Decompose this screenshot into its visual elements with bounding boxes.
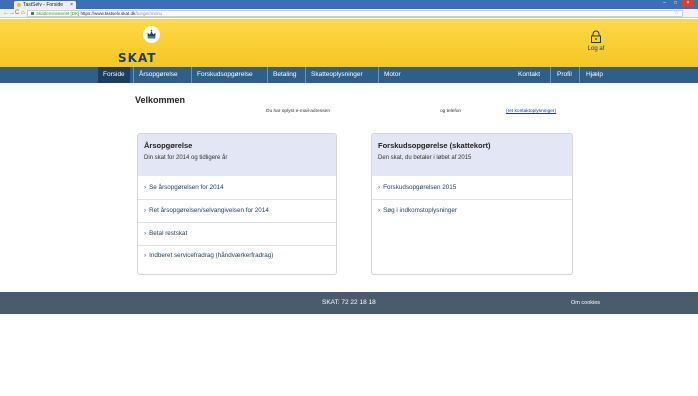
card-header: Forskudsopgørelse (skattekort) Den skat,…	[372, 134, 572, 176]
card-link-label: Indberet servicefradrag (håndværkerfradr…	[149, 252, 274, 259]
card-subtitle: Den skat, du betaler i løbet af 2015	[378, 155, 472, 161]
card-link[interactable]: › Ret årsopgørelsen/selvangivelsen for 20…	[144, 207, 269, 214]
nav-item-aarsopgoerelse[interactable]: Årsopgørelse	[134, 67, 183, 83]
lock-icon	[31, 12, 34, 15]
footer-phone: SKAT: 72 22 18 18	[322, 299, 376, 306]
browser-tab[interactable]: TastSelv - Forside ×	[14, 1, 76, 9]
chevron-right-icon: ›	[144, 230, 147, 237]
email-note: Du har oplyst e-mail-adressen	[266, 109, 330, 114]
card-header: Årsopgørelse Din skat for 2014 og tidlig…	[138, 134, 336, 176]
nav-item-betaling[interactable]: Betaling	[268, 67, 302, 83]
divider	[372, 199, 572, 200]
padlock-icon[interactable]	[590, 30, 602, 43]
card-link[interactable]: › Se årsopgørelsen for 2014	[144, 184, 224, 191]
phone-note: og telefon	[440, 109, 462, 114]
nav-item-profil[interactable]: Profil	[552, 67, 577, 83]
divider	[138, 245, 336, 246]
home-button[interactable]: ⌂	[21, 10, 25, 17]
window-controls: – □ ×	[660, 0, 694, 9]
bookmark-star-icon[interactable]: ☆	[674, 11, 679, 16]
edit-contact-link[interactable]: (ret kontaktoplysninger)	[506, 109, 556, 114]
nav-separator	[550, 67, 551, 83]
address-bar[interactable]: Skatteministeriet [DK] https://www.tasts…	[27, 10, 683, 17]
nav-item-motor[interactable]: Motor	[379, 67, 406, 83]
url-host: https://www.tastselv.skat.dk	[80, 11, 136, 16]
chevron-right-icon: ›	[378, 207, 381, 214]
window-close-button[interactable]: ×	[682, 0, 694, 7]
divider	[138, 199, 336, 200]
chevron-right-icon: ›	[378, 184, 381, 191]
crown-icon	[143, 26, 160, 43]
security-label: Skatteministeriet [DK]	[36, 11, 80, 16]
card-aarsopgoerelse: Årsopgørelse Din skat for 2014 og tidlig…	[137, 133, 337, 275]
card-title[interactable]: Årsopgørelse	[144, 141, 330, 150]
page-title: Velkommen	[135, 95, 186, 105]
minimize-button[interactable]: –	[660, 0, 669, 7]
card-link-label: Forskudsopgørelsen 2015	[383, 184, 457, 191]
maximize-button[interactable]: □	[671, 0, 680, 7]
card-subtitle: Din skat for 2014 og tidligere år	[144, 155, 228, 161]
chevron-right-icon: ›	[144, 252, 147, 259]
card-link[interactable]: › Indberet servicefradrag (håndværkerfrad…	[144, 252, 273, 259]
card-link[interactable]: › Betal restskat	[144, 230, 187, 237]
url-path: /borger/menu	[135, 11, 162, 16]
favicon-icon	[17, 3, 21, 7]
card-link[interactable]: › Søg i indkomstoplysninger	[378, 207, 457, 214]
site-header: SKAT Log af	[0, 19, 698, 67]
nav-item-hjaelp[interactable]: Hjælp	[581, 67, 608, 83]
nav-item-skatteoplysninger[interactable]: Skatteoplysninger	[306, 67, 368, 83]
chevron-right-icon: ›	[144, 207, 147, 214]
nav-item-forside[interactable]: Forside	[98, 67, 130, 83]
logout-link[interactable]: Log af	[584, 46, 608, 52]
nav-separator	[579, 67, 580, 83]
site-footer: SKAT: 72 22 18 18 Om cookies	[0, 292, 698, 314]
tab-title: TastSelv - Forside	[23, 2, 64, 8]
chevron-right-icon: ›	[144, 184, 147, 191]
skat-logo[interactable]: SKAT	[118, 51, 156, 65]
reload-button[interactable]: C	[15, 10, 19, 17]
card-forskudsopgoerelse: Forskudsopgørelse (skattekort) Den skat,…	[371, 133, 573, 275]
card-link-label: Ret årsopgørelsen/selvangivelsen for 201…	[149, 207, 269, 214]
browser-toolbar: ← → C ⌂ Skatteministeriet [DK] https://w…	[0, 9, 698, 18]
cookies-link[interactable]: Om cookies	[571, 292, 600, 314]
nav-item-kontakt[interactable]: Kontakt	[513, 67, 545, 83]
tab-close-button[interactable]: ×	[70, 1, 73, 9]
card-title[interactable]: Forskudsopgørelse (skattekort)	[378, 141, 566, 150]
main-navigation: Forside Årsopgørelse Forskudsopgørelse B…	[0, 67, 698, 83]
browser-tab-bar: TastSelv - Forside × – □ ×	[0, 0, 698, 9]
nav-item-forskudsopgoerelse[interactable]: Forskudsopgørelse	[192, 67, 258, 83]
card-link-label: Betal restskat	[149, 230, 188, 237]
card-link-label: Se årsopgørelsen for 2014	[149, 184, 224, 191]
card-link-label: Søg i indkomstoplysninger	[383, 207, 457, 214]
divider	[138, 222, 336, 223]
card-link[interactable]: › Forskudsopgørelsen 2015	[378, 184, 456, 191]
